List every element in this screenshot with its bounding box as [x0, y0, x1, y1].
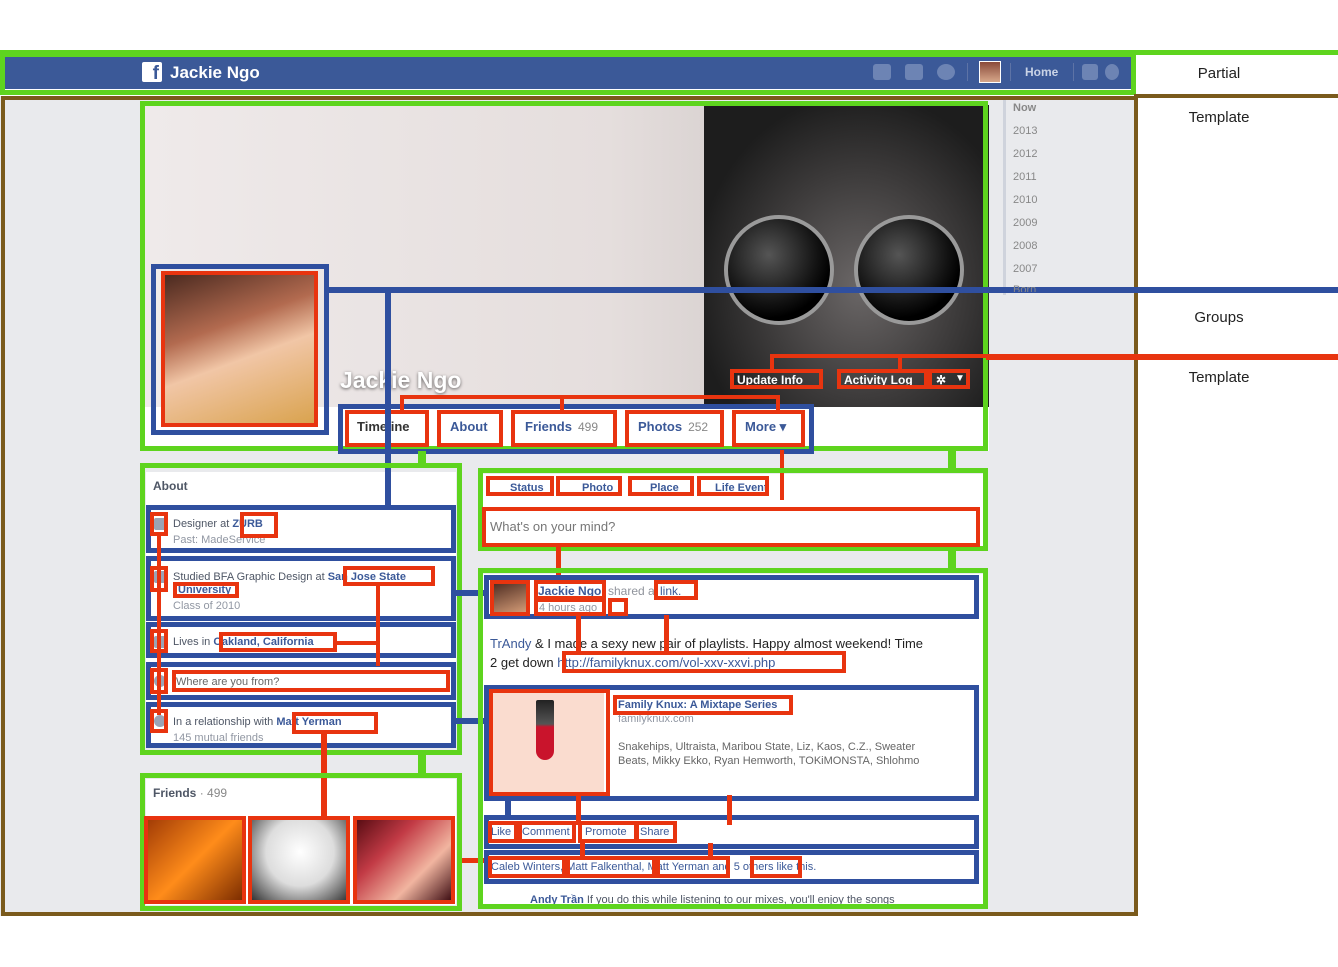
year-link-7[interactable]: 2007	[1013, 263, 1037, 275]
school-link[interactable]: San Jose State	[328, 571, 406, 583]
about-relationship: In a relationship with Matt Yerman	[173, 716, 342, 728]
home-icon	[154, 636, 166, 648]
friends-icon[interactable]	[873, 64, 891, 80]
year-link-3[interactable]: 2011	[1013, 171, 1037, 183]
partner-link[interactable]: Matt Yerman	[276, 716, 341, 728]
story-timestamp[interactable]: 4 hours ago	[539, 602, 597, 614]
composer-place-tab[interactable]: Place	[650, 482, 679, 494]
sunglasses-right	[854, 215, 964, 325]
tab-photos[interactable]: Photos 252	[638, 419, 708, 434]
year-link-1[interactable]: 2013	[1013, 125, 1037, 137]
year-link-4[interactable]: 2010	[1013, 194, 1037, 206]
sunglasses-left	[724, 215, 834, 325]
messages-icon[interactable]	[905, 64, 923, 80]
gear-icon[interactable]: ✲	[936, 373, 946, 387]
about-work-past: Past: MadeService	[173, 534, 266, 546]
composer-life-event-tab[interactable]: Life Event	[715, 482, 768, 494]
label-partial: Partial	[1197, 65, 1241, 82]
facebook-logo-icon[interactable]: f	[142, 62, 162, 84]
school-link-2[interactable]: University	[178, 584, 231, 596]
about-education: Studied BFA Graphic Design at San Jose S…	[173, 571, 406, 583]
likers-text[interactable]: Caleb Winters, Matt Falkenthal, Matt Yer…	[491, 861, 816, 873]
story-text-line2: 2 get down http://familyknux.com/vol-xxv…	[490, 655, 776, 670]
divider	[1073, 63, 1074, 81]
location-pin-icon	[154, 675, 166, 687]
label-template-bottom: Template	[1188, 369, 1250, 386]
city-link[interactable]: Oakland, California	[213, 636, 313, 648]
tab-more[interactable]: More ▾	[745, 419, 786, 435]
about-mutual-friends: 145 mutual friends	[173, 732, 264, 744]
education-icon	[154, 571, 166, 583]
friend-thumbnail[interactable]	[252, 820, 348, 900]
friend-thumbnail[interactable]	[148, 820, 244, 900]
story-text-line1: TrAndy & I made a sexy new pair of playl…	[490, 636, 924, 651]
tagged-user-link[interactable]: TrAndy	[490, 636, 531, 651]
heart-icon	[154, 715, 166, 727]
attachment-desc-line2: Beats, Mikky Ekko, Ryan Hemworth, TOKiMO…	[618, 755, 920, 767]
cat-image	[704, 105, 989, 407]
label-template-top: Template	[1188, 109, 1250, 126]
top-bar: f Jackie Ngo Home	[5, 55, 1132, 89]
activity-log-button[interactable]: Activity Log	[844, 373, 913, 387]
attachment-domain: familyknux.com	[618, 713, 694, 725]
label-groups: Groups	[1194, 309, 1244, 326]
composer-photo-tab[interactable]: Photo	[582, 482, 613, 494]
comment-line: Andy Trần If you do this while listening…	[530, 894, 895, 906]
timeline-year-bar	[1003, 100, 1006, 295]
tab-timeline[interactable]: Timeline	[357, 419, 410, 434]
story-shared-text: shared a	[608, 584, 655, 598]
profile-name[interactable]: Jackie Ngo	[340, 367, 461, 394]
story-author-link[interactable]: Jackie Ngo	[538, 584, 601, 598]
divider	[1010, 63, 1011, 81]
status-input[interactable]: What's on your mind?	[490, 519, 615, 534]
year-link-8[interactable]: Born	[1013, 284, 1036, 292]
attachment-desc-line1: Snakehips, Ultraista, Maribou State, Liz…	[618, 741, 916, 753]
profile-picture[interactable]	[165, 275, 315, 425]
year-link-2[interactable]: 2012	[1013, 148, 1037, 160]
year-link-0[interactable]: Now	[1013, 102, 1036, 114]
story-link-word[interactable]: link.	[660, 584, 681, 598]
like-button[interactable]: Like	[491, 826, 511, 838]
photos-count: 252	[688, 420, 709, 434]
update-info-button[interactable]: Update Info	[737, 373, 803, 387]
notifications-icon[interactable]	[937, 64, 955, 80]
screenshot-root: f Jackie Ngo Home Partial Template Group…	[0, 0, 1338, 967]
annotation-template-line	[1134, 94, 1338, 99]
share-button[interactable]: Share	[640, 826, 669, 838]
avatar[interactable]	[494, 582, 526, 614]
friends-title[interactable]: Friends · 499	[153, 786, 227, 800]
about-work: Designer at ZURB	[173, 518, 263, 530]
work-icon	[154, 518, 166, 530]
chevron-down-icon[interactable]: ▼	[955, 373, 965, 384]
about-education-class: Class of 2010	[173, 600, 241, 612]
year-link-6[interactable]: 2008	[1013, 240, 1037, 252]
attachment-title-link[interactable]: Family Knux: A Mixtape Series	[618, 699, 777, 711]
divider	[967, 63, 968, 81]
comment-button[interactable]: Comment	[522, 826, 570, 838]
about-title[interactable]: About	[153, 479, 188, 493]
friends-count: 499	[577, 420, 598, 434]
composer-status-tab[interactable]: Status	[510, 482, 544, 494]
about-lives: Lives in Oakland, California	[173, 636, 314, 648]
zurb-link[interactable]: ZURB	[232, 518, 263, 530]
comment-author-link[interactable]: Andy Trần	[530, 894, 584, 906]
hometown-input[interactable]: Where are you from?	[176, 676, 279, 688]
avatar[interactable]	[979, 61, 1001, 83]
year-link-5[interactable]: 2009	[1013, 217, 1037, 229]
tab-friends[interactable]: Friends 499	[525, 419, 598, 434]
friend-thumbnail[interactable]	[357, 820, 453, 900]
story-url-link[interactable]: http://familyknux.com/vol-xxv-xxvi.php	[557, 655, 775, 670]
home-link[interactable]: Home	[1025, 65, 1058, 79]
privacy-icon[interactable]	[1082, 64, 1098, 80]
promote-button[interactable]: Promote	[585, 826, 627, 838]
settings-icon[interactable]	[1105, 64, 1119, 80]
tab-about[interactable]: About	[450, 419, 488, 434]
top-bar-username[interactable]: Jackie Ngo	[170, 63, 260, 83]
pen-image	[536, 700, 554, 760]
